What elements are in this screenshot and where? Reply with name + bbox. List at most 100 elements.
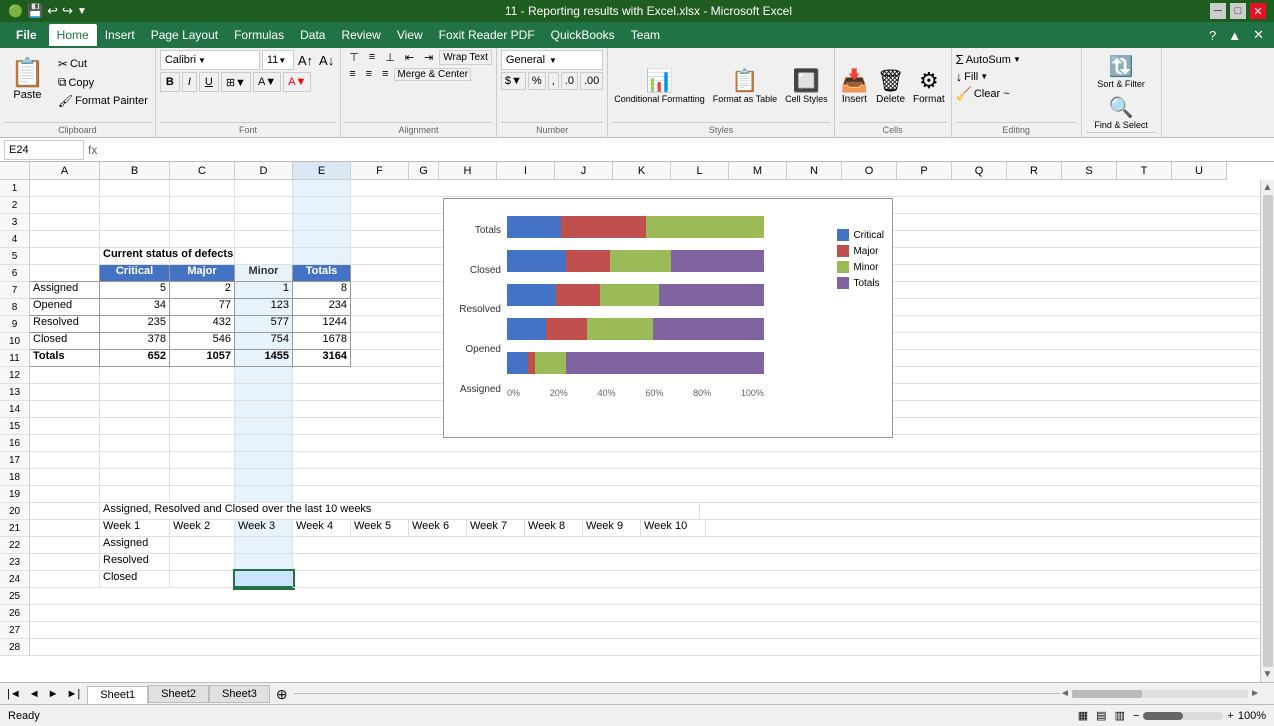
cell-D22[interactable] bbox=[170, 537, 235, 554]
indent-increase-btn[interactable]: ⇥ bbox=[420, 50, 437, 65]
last-sheet-btn[interactable]: ►| bbox=[64, 688, 84, 700]
name-box[interactable]: E24 bbox=[4, 140, 84, 160]
cell-C8[interactable]: 34 bbox=[100, 299, 170, 316]
format-table-btn[interactable]: 📋 Format as Table bbox=[711, 66, 779, 106]
foxit-tab[interactable]: Foxit Reader PDF bbox=[431, 24, 543, 46]
format-painter-button[interactable]: 🖌 Format Painter bbox=[55, 93, 151, 109]
cell-D11[interactable]: 1057 bbox=[170, 350, 235, 367]
font-size-selector[interactable]: 11 ▼ bbox=[262, 50, 294, 70]
cut-button[interactable]: ✂ Cut bbox=[55, 56, 151, 72]
close-app-btn[interactable]: ✕ bbox=[1247, 27, 1270, 43]
cell-B1[interactable] bbox=[100, 180, 170, 197]
cell-C21[interactable]: Week 1 bbox=[100, 520, 170, 537]
sheet-tab-3[interactable]: Sheet3 bbox=[209, 685, 270, 703]
cell-E8[interactable]: 123 bbox=[235, 299, 293, 316]
cell-C23[interactable]: Resolved bbox=[100, 554, 170, 571]
find-select-btn[interactable]: 🔍 Find & Select bbox=[1092, 93, 1150, 132]
align-right-btn[interactable]: ≡ bbox=[378, 67, 392, 81]
font-color-btn[interactable]: A▼ bbox=[283, 72, 311, 92]
close-btn[interactable]: ✕ bbox=[1250, 3, 1266, 19]
row-header-20[interactable]: 20 bbox=[0, 503, 30, 520]
cell-D1[interactable] bbox=[235, 180, 293, 197]
row-header-6[interactable]: 6 bbox=[0, 265, 30, 282]
cell-C2[interactable] bbox=[170, 197, 235, 214]
row-header-17[interactable]: 17 bbox=[0, 452, 30, 469]
cell-D5[interactable] bbox=[235, 248, 293, 265]
cell-F9[interactable]: 1244 bbox=[293, 316, 351, 333]
cell-A5[interactable] bbox=[30, 248, 100, 265]
cell-E5[interactable] bbox=[293, 248, 351, 265]
row-header-22[interactable]: 22 bbox=[0, 537, 30, 554]
cell-E7[interactable]: 1 bbox=[235, 282, 293, 299]
file-tab[interactable]: File bbox=[4, 26, 49, 44]
col-header-B[interactable]: B bbox=[100, 162, 170, 180]
cell-E9[interactable]: 577 bbox=[235, 316, 293, 333]
chart[interactable]: Totals Closed Resolved Opened Assigned bbox=[443, 198, 893, 438]
cell-C9[interactable]: 235 bbox=[100, 316, 170, 333]
zoom-slider[interactable] bbox=[1143, 712, 1223, 720]
col-header-S[interactable]: S bbox=[1062, 162, 1117, 180]
cell-A3[interactable] bbox=[30, 214, 100, 231]
autosum-btn[interactable]: Σ AutoSum ▼ bbox=[956, 52, 1077, 67]
col-header-D[interactable]: D bbox=[235, 162, 293, 180]
cell-B7[interactable]: Assigned bbox=[30, 282, 100, 299]
col-header-M[interactable]: M bbox=[729, 162, 787, 180]
decrease-font-btn[interactable]: A↓ bbox=[317, 53, 336, 68]
cell-B11[interactable]: Totals bbox=[30, 350, 100, 367]
undo-qa-btn[interactable]: ↩ bbox=[47, 3, 58, 19]
paste-button[interactable]: 📋 Paste bbox=[4, 52, 51, 105]
col-header-E[interactable]: E bbox=[293, 162, 351, 180]
row-header-3[interactable]: 3 bbox=[0, 214, 30, 231]
row-header-26[interactable]: 26 bbox=[0, 605, 30, 622]
merge-center-btn[interactable]: Merge & Center bbox=[394, 68, 471, 81]
row-header-28[interactable]: 28 bbox=[0, 639, 30, 656]
align-left-btn[interactable]: ≡ bbox=[345, 67, 359, 81]
row-header-27[interactable]: 27 bbox=[0, 622, 30, 639]
cell-B4[interactable] bbox=[100, 231, 170, 248]
maximize-btn[interactable]: □ bbox=[1230, 3, 1246, 19]
cell-J21[interactable]: Week 8 bbox=[525, 520, 583, 537]
col-header-H[interactable]: H bbox=[439, 162, 497, 180]
bold-button[interactable]: B bbox=[160, 72, 180, 92]
top-align-btn[interactable]: ⊤ bbox=[345, 50, 363, 65]
redo-qa-btn[interactable]: ↪ bbox=[62, 3, 73, 19]
row-header-14[interactable]: 14 bbox=[0, 401, 30, 418]
copy-button[interactable]: ⧉ Copy bbox=[55, 74, 151, 91]
minimize-btn[interactable]: ─ bbox=[1210, 3, 1226, 19]
cell-C24[interactable]: Closed bbox=[100, 571, 170, 588]
row-header-24[interactable]: 24 bbox=[0, 571, 30, 588]
cell-D8[interactable]: 77 bbox=[170, 299, 235, 316]
cell-B9[interactable]: Resolved bbox=[30, 316, 100, 333]
cell-A1[interactable] bbox=[30, 180, 100, 197]
col-header-L[interactable]: L bbox=[671, 162, 729, 180]
cell-F10[interactable]: 1678 bbox=[293, 333, 351, 350]
conditional-formatting-btn[interactable]: 📊 Conditional Formatting bbox=[612, 66, 707, 106]
wrap-text-btn[interactable]: Wrap Text bbox=[439, 50, 492, 65]
sheet-tab-1[interactable]: Sheet1 bbox=[87, 686, 148, 704]
indent-decrease-btn[interactable]: ⇤ bbox=[401, 50, 418, 65]
comma-btn[interactable]: , bbox=[548, 72, 559, 90]
row-header-5[interactable]: 5 bbox=[0, 248, 30, 265]
currency-btn[interactable]: $▼ bbox=[501, 72, 526, 90]
row-header-8[interactable]: 8 bbox=[0, 299, 30, 316]
sort-filter-btn[interactable]: 🔃 Sort & Filter bbox=[1095, 52, 1147, 91]
cell-D3[interactable] bbox=[235, 214, 293, 231]
col-header-C[interactable]: C bbox=[170, 162, 235, 180]
cell-rest-1[interactable] bbox=[351, 180, 1274, 197]
cell-K21[interactable]: Week 9 bbox=[583, 520, 641, 537]
align-center-btn[interactable]: ≡ bbox=[362, 67, 376, 81]
cell-B20[interactable]: Assigned, Resolved and Closed over the l… bbox=[100, 503, 700, 520]
row-header-23[interactable]: 23 bbox=[0, 554, 30, 571]
cell-B6[interactable] bbox=[30, 265, 100, 282]
col-header-R[interactable]: R bbox=[1007, 162, 1062, 180]
cell-E22[interactable] bbox=[235, 537, 293, 554]
col-header-K[interactable]: K bbox=[613, 162, 671, 180]
cell-E1[interactable] bbox=[293, 180, 351, 197]
vertical-scrollbar[interactable]: ▲ ▼ bbox=[1260, 180, 1274, 682]
cell-D23[interactable] bbox=[170, 554, 235, 571]
middle-align-btn[interactable]: ≡ bbox=[365, 50, 379, 65]
bottom-align-btn[interactable]: ⊥ bbox=[381, 50, 399, 65]
cell-F8[interactable]: 234 bbox=[293, 299, 351, 316]
cell-L21[interactable]: Week 10 bbox=[641, 520, 706, 537]
first-sheet-btn[interactable]: |◄ bbox=[4, 688, 24, 700]
